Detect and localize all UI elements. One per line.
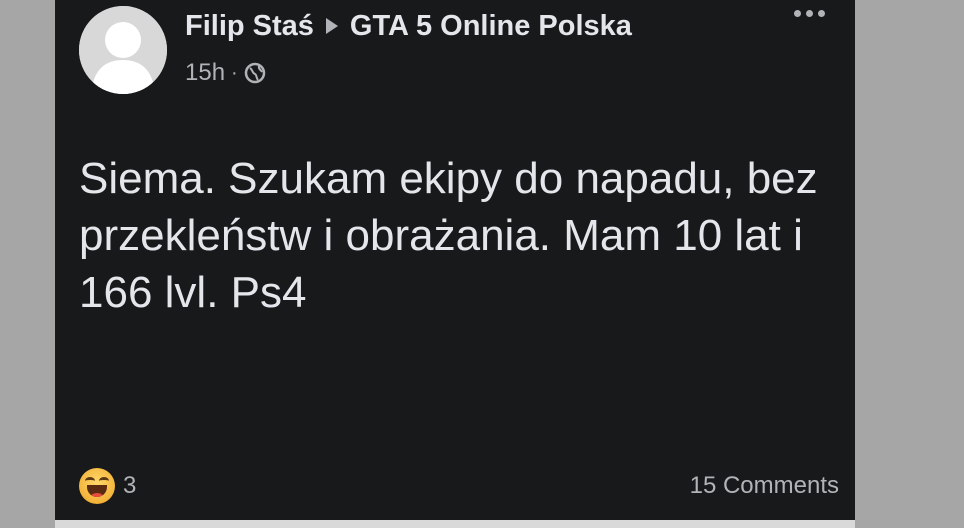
more-options-button[interactable]: [794, 10, 825, 17]
haha-reaction-icon: [79, 468, 115, 504]
reaction-count: 3: [123, 472, 137, 499]
group-name[interactable]: GTA 5 Online Polska: [350, 10, 632, 43]
default-avatar-icon: [79, 6, 167, 94]
post-footer: 3 15 Comments: [79, 466, 839, 506]
more-options-icon: [794, 10, 801, 17]
meta-separator: ·: [231, 61, 238, 84]
post-divider: [55, 520, 855, 528]
post-timestamp[interactable]: 15h: [185, 59, 225, 87]
post-body: Siema. Szukam ekipy do napadu, bez przek…: [79, 154, 818, 318]
facebook-post: Filip Staś GTA 5 Online Polska 15h · Sie…: [55, 0, 855, 520]
comments-link[interactable]: 15 Comments: [690, 472, 839, 500]
arrow-right-icon: [325, 18, 338, 34]
reactions-summary[interactable]: 3: [79, 468, 136, 504]
post-meta: 15h ·: [185, 58, 266, 88]
avatar[interactable]: [79, 6, 167, 94]
author-name[interactable]: Filip Staś: [185, 10, 314, 43]
globe-icon: [244, 62, 265, 84]
post-header: Filip Staś GTA 5 Online Polska: [185, 8, 632, 44]
